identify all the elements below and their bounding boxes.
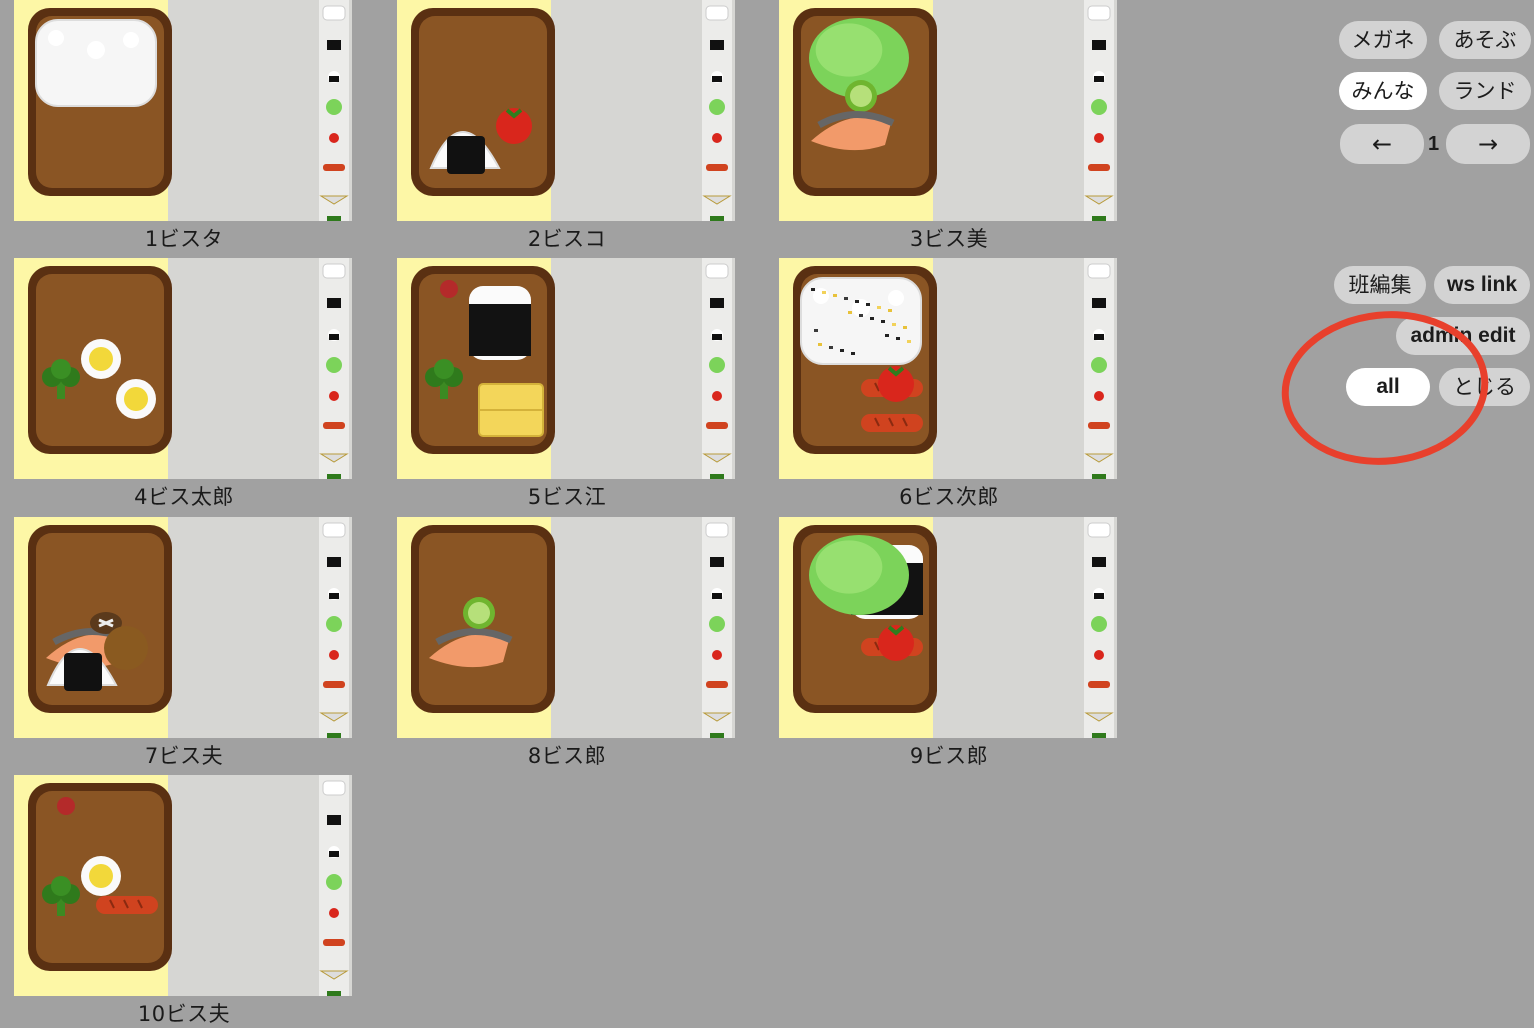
close-button[interactable]: とじる xyxy=(1439,368,1530,406)
bento-box-illustration xyxy=(793,8,937,196)
bento-box-illustration xyxy=(28,8,172,196)
arrow-left-icon: ← xyxy=(1371,130,1393,158)
page-number: 1 xyxy=(1428,133,1440,155)
arrow-right-icon: → xyxy=(1477,130,1499,158)
bento-thumbnail[interactable] xyxy=(14,517,352,738)
bento-card[interactable]: 1ビスタ xyxy=(14,0,354,253)
food-palette xyxy=(319,775,349,996)
megane-button[interactable]: メガネ xyxy=(1339,21,1427,59)
food-palette-strip xyxy=(1084,263,1114,479)
bento-label: 3ビス美 xyxy=(909,227,989,251)
minna-button[interactable]: みんな xyxy=(1339,72,1427,110)
bento-card[interactable]: 9ビス郎 xyxy=(779,517,1119,770)
bento-card[interactable]: 4ビス太郎 xyxy=(14,258,354,511)
food-palette-strip xyxy=(1084,522,1114,738)
food-palette-strip xyxy=(702,522,732,738)
bento-label: 1ビスタ xyxy=(144,227,224,251)
bento-thumbnail[interactable] xyxy=(779,517,1117,738)
bento-label: 7ビス夫 xyxy=(144,744,224,768)
bento-card[interactable]: 10ビス夫 xyxy=(14,775,354,1028)
bento-thumbnail[interactable] xyxy=(14,258,352,479)
bento-label: 2ビスコ xyxy=(527,227,607,251)
bento-box-illustration xyxy=(411,8,555,196)
bento-label: 9ビス郎 xyxy=(909,744,989,768)
food-palette xyxy=(1084,258,1114,479)
ws-link-button[interactable]: ws link xyxy=(1434,266,1530,304)
bento-label: 10ビス夫 xyxy=(137,1002,231,1026)
food-palette-strip xyxy=(702,263,732,479)
bento-label: 6ビス次郎 xyxy=(899,485,999,509)
food-palette xyxy=(319,258,349,479)
food-palette-strip xyxy=(1084,5,1114,221)
bento-label: 5ビス江 xyxy=(527,485,607,509)
han-edit-button[interactable]: 班編集 xyxy=(1334,266,1426,304)
bento-thumbnail[interactable] xyxy=(397,0,735,221)
food-palette xyxy=(702,517,732,738)
bento-thumbnail[interactable] xyxy=(779,0,1117,221)
all-button[interactable]: all xyxy=(1346,368,1430,406)
food-palette xyxy=(702,258,732,479)
bento-thumbnail[interactable] xyxy=(14,0,352,221)
bento-box-illustration xyxy=(28,783,172,971)
bento-card[interactable]: 6ビス次郎 xyxy=(779,258,1119,511)
bento-card[interactable]: 3ビス美 xyxy=(779,0,1119,253)
bento-box-illustration xyxy=(28,266,172,454)
bento-thumbnail[interactable] xyxy=(14,775,352,996)
bento-thumbnail[interactable] xyxy=(779,258,1117,479)
food-palette-strip xyxy=(319,5,349,221)
bento-card[interactable]: 8ビス郎 xyxy=(397,517,737,770)
food-palette xyxy=(702,0,732,221)
bento-label: 4ビス太郎 xyxy=(134,485,234,509)
food-palette xyxy=(1084,0,1114,221)
bento-thumbnail[interactable] xyxy=(397,258,735,479)
asobu-button[interactable]: あそぶ xyxy=(1439,21,1531,59)
food-palette xyxy=(1084,517,1114,738)
admin-edit-button[interactable]: admin edit xyxy=(1396,317,1530,355)
bento-card[interactable]: 5ビス江 xyxy=(397,258,737,511)
food-palette xyxy=(319,517,349,738)
bento-box-illustration xyxy=(411,266,555,454)
land-button[interactable]: ランド xyxy=(1439,72,1531,110)
prev-page-button[interactable]: ← xyxy=(1340,124,1424,164)
food-palette-strip xyxy=(319,263,349,479)
bento-box-illustration xyxy=(793,525,937,713)
bento-label: 8ビス郎 xyxy=(527,744,607,768)
bento-thumbnail[interactable] xyxy=(397,517,735,738)
bento-box-illustration xyxy=(411,525,555,713)
food-palette-strip xyxy=(319,522,349,738)
next-page-button[interactable]: → xyxy=(1446,124,1530,164)
bento-card[interactable]: 2ビスコ xyxy=(397,0,737,253)
bento-box-illustration xyxy=(28,525,172,713)
bento-card[interactable]: 7ビス夫 xyxy=(14,517,354,770)
food-palette-strip xyxy=(702,5,732,221)
bento-box-illustration xyxy=(793,266,937,454)
food-palette-strip xyxy=(319,780,349,996)
food-palette xyxy=(319,0,349,221)
